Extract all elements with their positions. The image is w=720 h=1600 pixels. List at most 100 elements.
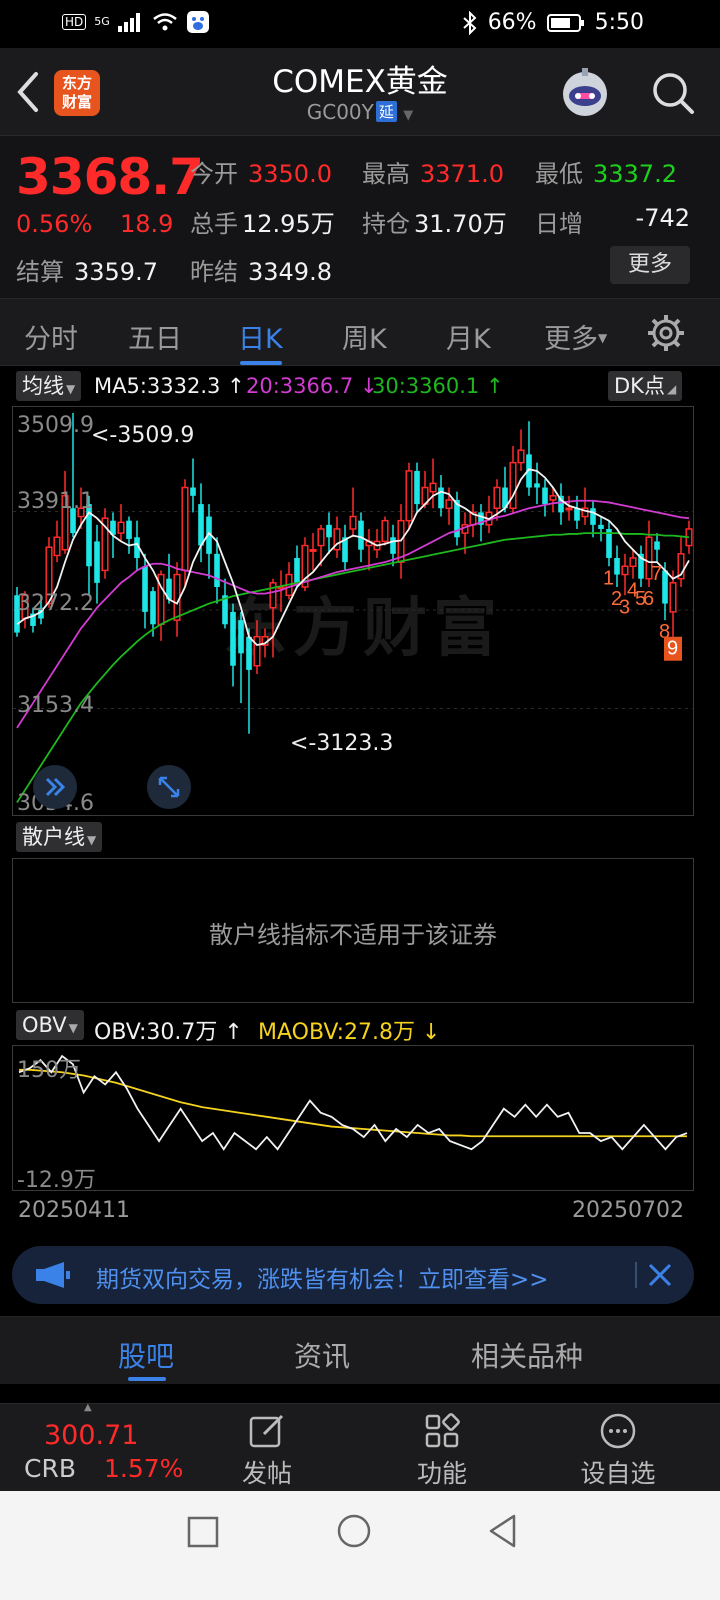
battery-icon [546,13,584,32]
candle [222,578,228,629]
candle [326,512,332,554]
contract-selector[interactable]: GC00Y 延 ▼ [0,100,720,124]
change-value: 18.9 [120,210,174,238]
candle-body [94,541,100,583]
candle [117,504,125,542]
crb-value: 300.71 [44,1420,139,1451]
candle [190,458,196,513]
candle-body [493,486,501,509]
post-button[interactable]: 发帖 [207,1404,327,1490]
candle-body [173,573,181,621]
dk-point-selector[interactable]: DK点 ◢ [608,371,683,401]
obv-selector[interactable]: OBV ▼ [16,1010,84,1040]
ma30-value: 30:3360.1 ↑ [372,374,504,398]
candle-body [150,591,156,625]
candle [454,491,460,546]
prev-settle-field: 昨结 3349.8 [190,258,332,286]
y-tick-label: 3272.2 [17,591,94,616]
candle-body [238,620,244,654]
5g-indicator: 5G [94,15,110,28]
divider [635,1262,637,1288]
candle-body [549,495,557,501]
fullscreen-button[interactable] [147,765,191,809]
candle-body [614,557,620,575]
retail-indicator-selector[interactable]: 散户线 ▼ [16,822,103,852]
candle [677,537,685,587]
candle [654,533,660,563]
crb-change: 1.57% [104,1454,184,1483]
home-icon[interactable] [336,1513,372,1549]
candle [669,570,677,637]
crb-index-widget[interactable]: ▲ 300.71 CRB 1.57% [20,1402,190,1492]
candle [342,524,348,571]
candle-body [669,582,677,613]
candle [285,562,293,600]
robot-assistant-icon[interactable] [558,66,612,120]
ma-selector[interactable]: 均线 ▼ [16,371,82,401]
candle-body [390,537,396,554]
promo-text[interactable]: 期货双向交易，涨跌皆有机会！立即查看>> [96,1260,549,1294]
candle-body [381,519,389,543]
search-icon[interactable] [650,70,696,116]
expand-panel-button[interactable] [33,765,77,809]
kline-chart[interactable]: 东方财富 123456789 3509.9 3391.1 3272.2 3153… [12,406,694,816]
candle [246,628,252,734]
tab-weekly-k[interactable]: 周K [342,317,387,356]
y-tick-label: 3391.1 [17,489,94,514]
bluetooth-icon [463,10,477,35]
candle-body [542,487,548,505]
tab-related[interactable]: 相关品种 [471,1335,583,1375]
y-tick-label: 3509.9 [17,413,94,438]
candle-body [429,482,437,493]
caret-up-icon: ▲ [84,1402,92,1413]
tab-daily-k[interactable]: 日K [238,317,283,356]
tab-news[interactable]: 资讯 [294,1335,350,1375]
more-quote-button[interactable]: 更多 [610,246,690,284]
promo-banner[interactable]: 期货双向交易，涨跌皆有机会！立即查看>> [12,1246,694,1304]
dk-mark: 7 [651,563,662,585]
retail-unavailable-message: 散户线指标不适用于该证券 [209,921,497,949]
candle [294,545,300,587]
back-icon[interactable] [486,1513,520,1549]
oi-change-field: 日增 -742 [535,204,690,238]
hd-indicator: HD [62,14,87,30]
candle [438,475,444,517]
gear-icon[interactable] [646,313,686,353]
candle [542,479,548,517]
candle-body [117,521,125,534]
system-nav-bar [0,1491,720,1600]
tab-monthly-k[interactable]: 月K [446,317,491,356]
tab-five-day[interactable]: 五日 [128,317,182,356]
battery-percent: 66% [487,10,537,35]
candle-body [358,520,364,550]
candle-body [629,557,637,568]
tab-more[interactable]: 更多▼ [544,317,607,356]
recents-icon[interactable] [186,1515,220,1549]
more-circle-icon [600,1413,636,1449]
obv-y-tick-label: 150万 [17,1058,81,1083]
retail-indicator-panel: 散户线指标不适用于该证券 [12,858,694,1003]
candle-body [590,508,596,525]
candle [126,516,132,554]
close-icon[interactable] [646,1261,674,1289]
obv-chart[interactable]: 150万 -12.9万 [12,1045,694,1193]
candle [101,508,109,579]
dk-mark: 6 [643,588,654,610]
tab-intraday[interactable]: 分时 [24,317,78,356]
maobv-value: MAOBV:27.8万 ↓ [258,1020,441,1045]
add-watchlist-button[interactable]: 设自选 [558,1404,678,1490]
candle [238,611,244,704]
volume-field: 总手 12.95万 [190,210,335,238]
candle [485,495,493,534]
delayed-badge: 延 [375,101,397,122]
dk-mark: 9 [667,638,678,660]
caret-down-icon: ▼ [598,331,608,345]
functions-button[interactable]: 功能 [382,1404,502,1490]
candle [253,620,261,675]
candle [590,499,596,538]
candle [558,483,564,525]
candle [517,429,525,471]
signal-icon [117,13,140,32]
tab-forum[interactable]: 股吧 [118,1335,174,1375]
candle [309,533,317,571]
